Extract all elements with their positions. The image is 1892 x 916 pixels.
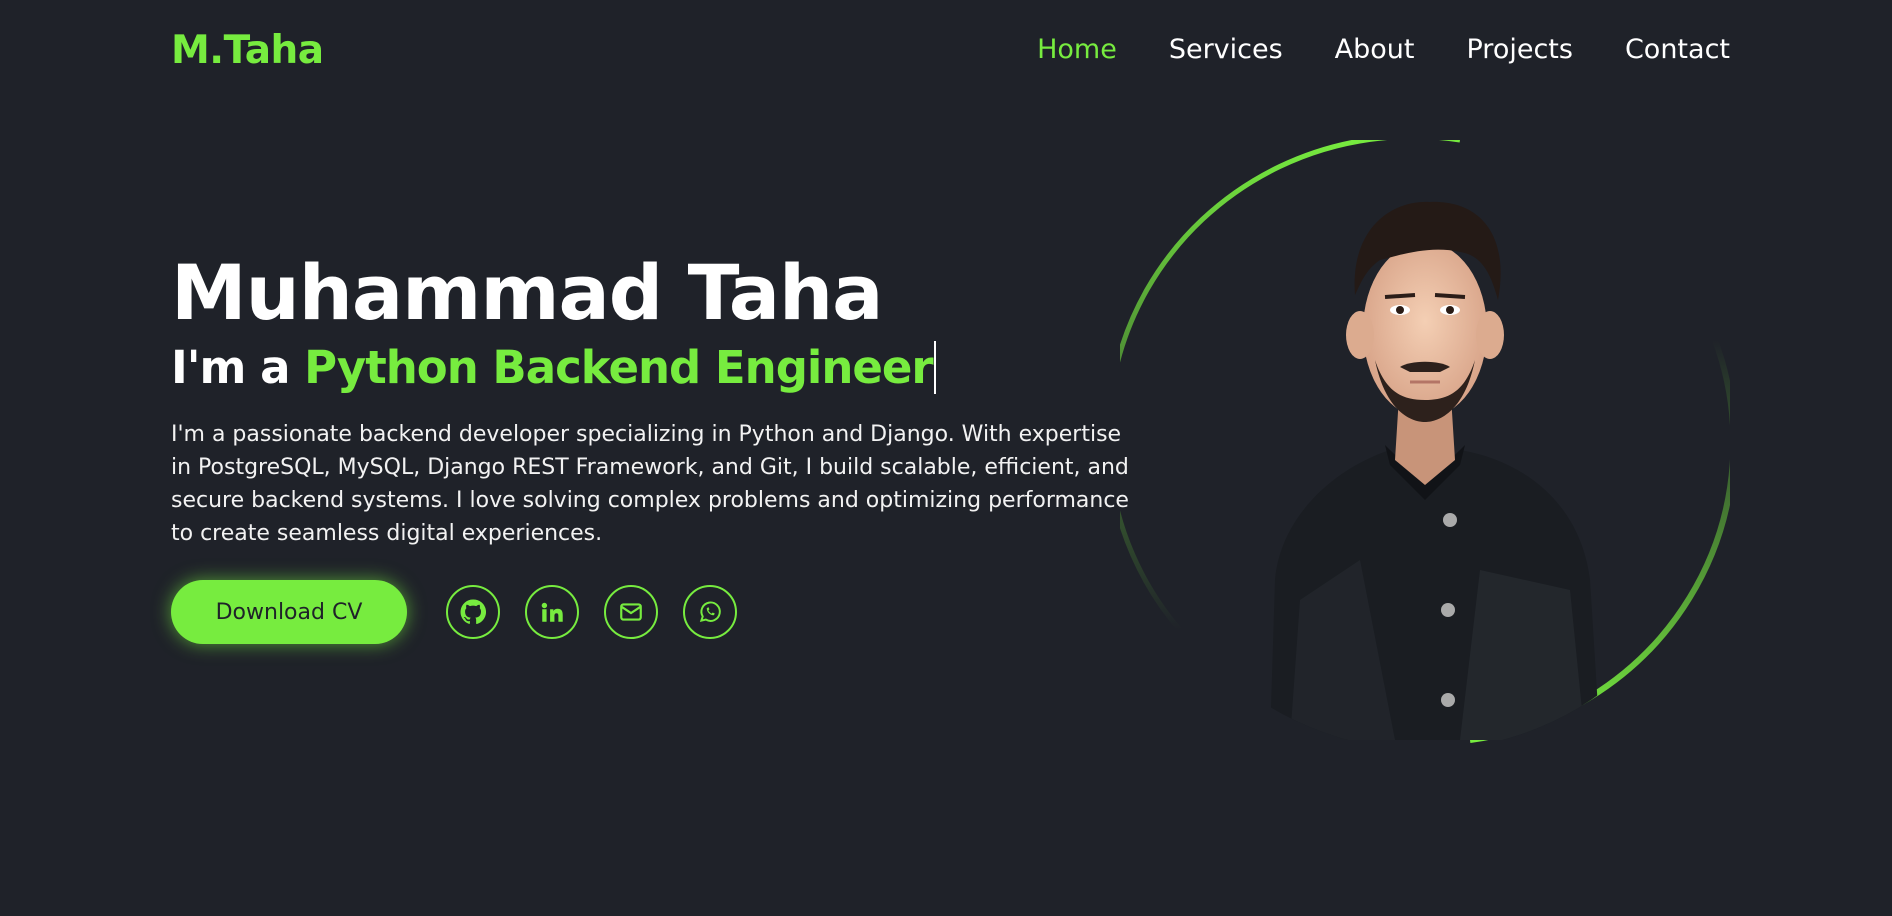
page: M.Taha Home Services About Projects Cont… <box>0 0 1892 916</box>
hero-section: Muhammad Taha I'm a Python Backend Engin… <box>171 250 1131 550</box>
main-nav: Home Services About Projects Contact <box>1037 34 1730 65</box>
role-highlight: Python Backend Engineer <box>304 341 936 394</box>
profile-photo <box>1270 201 1600 740</box>
email-link[interactable] <box>604 585 658 639</box>
mail-icon <box>620 603 642 621</box>
download-cv-button[interactable]: Download CV <box>171 580 407 644</box>
nav-services[interactable]: Services <box>1169 34 1283 65</box>
whatsapp-icon <box>699 601 721 623</box>
nav-projects[interactable]: Projects <box>1467 34 1573 65</box>
logo[interactable]: M.Taha <box>171 28 324 73</box>
github-icon <box>460 599 486 624</box>
nav-about[interactable]: About <box>1335 34 1415 65</box>
hero-name: Muhammad Taha <box>171 248 883 337</box>
linkedin-icon <box>541 602 563 622</box>
hero-description: I'm a passionate backend developer speci… <box>171 422 1129 546</box>
nav-contact[interactable]: Contact <box>1625 34 1730 65</box>
hero-actions: Download CV <box>171 580 762 644</box>
portrait-frame <box>1120 140 1730 750</box>
nav-home[interactable]: Home <box>1037 34 1117 65</box>
whatsapp-link[interactable] <box>683 585 737 639</box>
role-prefix: I'm a <box>171 341 305 394</box>
hero-role: I'm a Python Backend Engineer <box>171 340 1131 396</box>
github-link[interactable] <box>446 585 500 639</box>
linkedin-link[interactable] <box>525 585 579 639</box>
